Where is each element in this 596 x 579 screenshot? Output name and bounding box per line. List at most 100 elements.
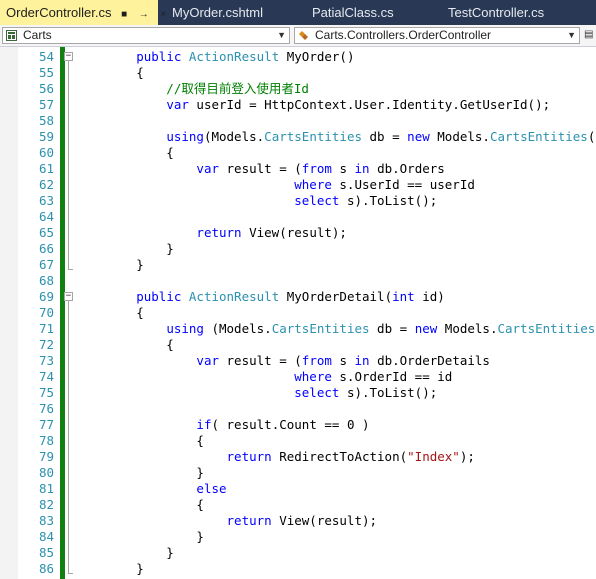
- code-line[interactable]: 76: [0, 401, 596, 417]
- code-line[interactable]: 72 {: [0, 337, 596, 353]
- code-line[interactable]: 77 if( result.Count == 0 ): [0, 417, 596, 433]
- code-token: result = (: [226, 353, 302, 368]
- code-token: //取得目前登入使用者Id: [76, 81, 309, 96]
- keep-open-icon[interactable]: →: [139, 2, 149, 27]
- code-line[interactable]: 59 using(Models.CartsEntities db = new M…: [0, 129, 596, 145]
- code-line[interactable]: 69 public ActionResult MyOrderDetail(int…: [0, 289, 596, 305]
- code-text: public ActionResult MyOrder(): [76, 49, 354, 65]
- project-dropdown[interactable]: Carts ▼: [2, 27, 290, 44]
- code-line[interactable]: 64: [0, 209, 596, 225]
- code-line[interactable]: 84 }: [0, 529, 596, 545]
- code-text: {: [76, 305, 144, 321]
- code-text: where s.OrderId == id: [76, 369, 452, 385]
- code-text: {: [76, 497, 204, 513]
- code-line[interactable]: 63 select s).ToList();: [0, 193, 596, 209]
- code-token: var: [196, 353, 227, 368]
- code-line[interactable]: 74 where s.OrderId == id: [0, 369, 596, 385]
- tab-ordercontroller[interactable]: OrderController.cs ■ → ×: [0, 0, 166, 27]
- code-line[interactable]: 81 else: [0, 481, 596, 497]
- line-number: 61: [38, 161, 54, 176]
- code-line[interactable]: 66 }: [0, 241, 596, 257]
- code-text: //取得目前登入使用者Id: [76, 81, 309, 97]
- code-token: s: [339, 353, 355, 368]
- code-line[interactable]: 57 var userId = HttpContext.User.Identit…: [0, 97, 596, 113]
- line-number: 57: [38, 97, 54, 112]
- tab-patialclass[interactable]: PatialClass.cs: [306, 0, 440, 25]
- line-number: 77: [38, 417, 54, 432]
- code-text: public ActionResult MyOrderDetail(int id…: [76, 289, 445, 305]
- chevron-down-icon[interactable]: ▼: [277, 28, 286, 43]
- code-token: (Models.: [203, 129, 265, 144]
- line-number: 55: [38, 65, 54, 80]
- class-member-icon: [299, 31, 308, 40]
- collapse-icon[interactable]: −: [64, 292, 73, 301]
- code-line[interactable]: 79 return RedirectToAction("Index");: [0, 449, 596, 465]
- code-line[interactable]: 54 public ActionResult MyOrder(): [0, 49, 596, 65]
- code-token: where: [294, 369, 340, 384]
- code-line[interactable]: 71 using (Models.CartsEntities db = new …: [0, 321, 596, 337]
- code-line[interactable]: 67 }: [0, 257, 596, 273]
- code-token: else: [196, 481, 227, 496]
- code-token: s.OrderId == id: [339, 369, 453, 384]
- code-line[interactable]: 55 {: [0, 65, 596, 81]
- member-dropdown[interactable]: Carts.Controllers.OrderController ▼: [294, 27, 580, 44]
- code-token: ( result.Count == 0 ): [211, 417, 370, 432]
- code-token: CartsEntities: [497, 321, 596, 336]
- code-line[interactable]: 83 return View(result);: [0, 513, 596, 529]
- chevron-down-icon[interactable]: ▼: [567, 28, 576, 43]
- code-token: View(result);: [249, 225, 347, 240]
- code-line[interactable]: 58: [0, 113, 596, 129]
- code-line[interactable]: 56 //取得目前登入使用者Id: [0, 81, 596, 97]
- pin-icon[interactable]: ■: [121, 2, 127, 27]
- code-token: RedirectToAction(: [279, 449, 408, 464]
- code-token: CartsEntities: [489, 129, 588, 144]
- code-token: public: [136, 49, 189, 64]
- line-number: 68: [38, 273, 54, 288]
- tab-myorder-cshtml[interactable]: MyOrder.cshtml: [166, 0, 300, 25]
- code-token: }: [76, 465, 204, 480]
- outline-guide: [68, 61, 69, 269]
- code-token: s).ToList();: [346, 193, 438, 208]
- code-line[interactable]: 75 select s).ToList();: [0, 385, 596, 401]
- code-line[interactable]: 65 return View(result);: [0, 225, 596, 241]
- code-line[interactable]: 82 {: [0, 497, 596, 513]
- tab-testcontroller[interactable]: TestController.cs: [442, 0, 596, 25]
- code-text: }: [76, 465, 204, 481]
- code-line[interactable]: 85 }: [0, 545, 596, 561]
- tab-label: TestController.cs: [448, 5, 545, 20]
- code-line[interactable]: 86 }: [0, 561, 596, 577]
- code-token: CartsEntities: [271, 321, 378, 336]
- code-token: db.OrderDetails: [377, 353, 490, 368]
- tab-label: OrderController.cs: [6, 5, 112, 20]
- code-token: Models.: [444, 321, 498, 336]
- code-line[interactable]: 70 {: [0, 305, 596, 321]
- code-token: ActionResult: [188, 49, 287, 64]
- line-number: 63: [38, 193, 54, 208]
- code-token: }: [76, 257, 144, 272]
- split-window-icon[interactable]: ▤: [584, 29, 594, 43]
- code-line[interactable]: 68: [0, 273, 596, 289]
- code-text: var result = (from s in db.Orders: [76, 161, 445, 177]
- code-line[interactable]: 80 }: [0, 465, 596, 481]
- line-number: 80: [38, 465, 54, 480]
- code-line[interactable]: 73 var result = (from s in db.OrderDetai…: [0, 353, 596, 369]
- code-line[interactable]: 78 {: [0, 433, 596, 449]
- code-token: }: [76, 561, 144, 576]
- tab-label: PatialClass.cs: [312, 5, 394, 20]
- collapse-icon[interactable]: −: [64, 52, 73, 61]
- code-line[interactable]: 60 {: [0, 145, 596, 161]
- code-line[interactable]: 62 where s.UserId == userId: [0, 177, 596, 193]
- line-number: 67: [38, 257, 54, 272]
- outline-guide: [68, 301, 69, 573]
- code-token: db.Orders: [377, 161, 445, 176]
- code-editor[interactable]: 54 public ActionResult MyOrder() 55 {56 /…: [0, 47, 596, 579]
- code-line[interactable]: 61 var result = (from s in db.Orders: [0, 161, 596, 177]
- code-text: using (Models.CartsEntities db = new Mod…: [76, 321, 596, 337]
- code-token: return: [196, 225, 250, 240]
